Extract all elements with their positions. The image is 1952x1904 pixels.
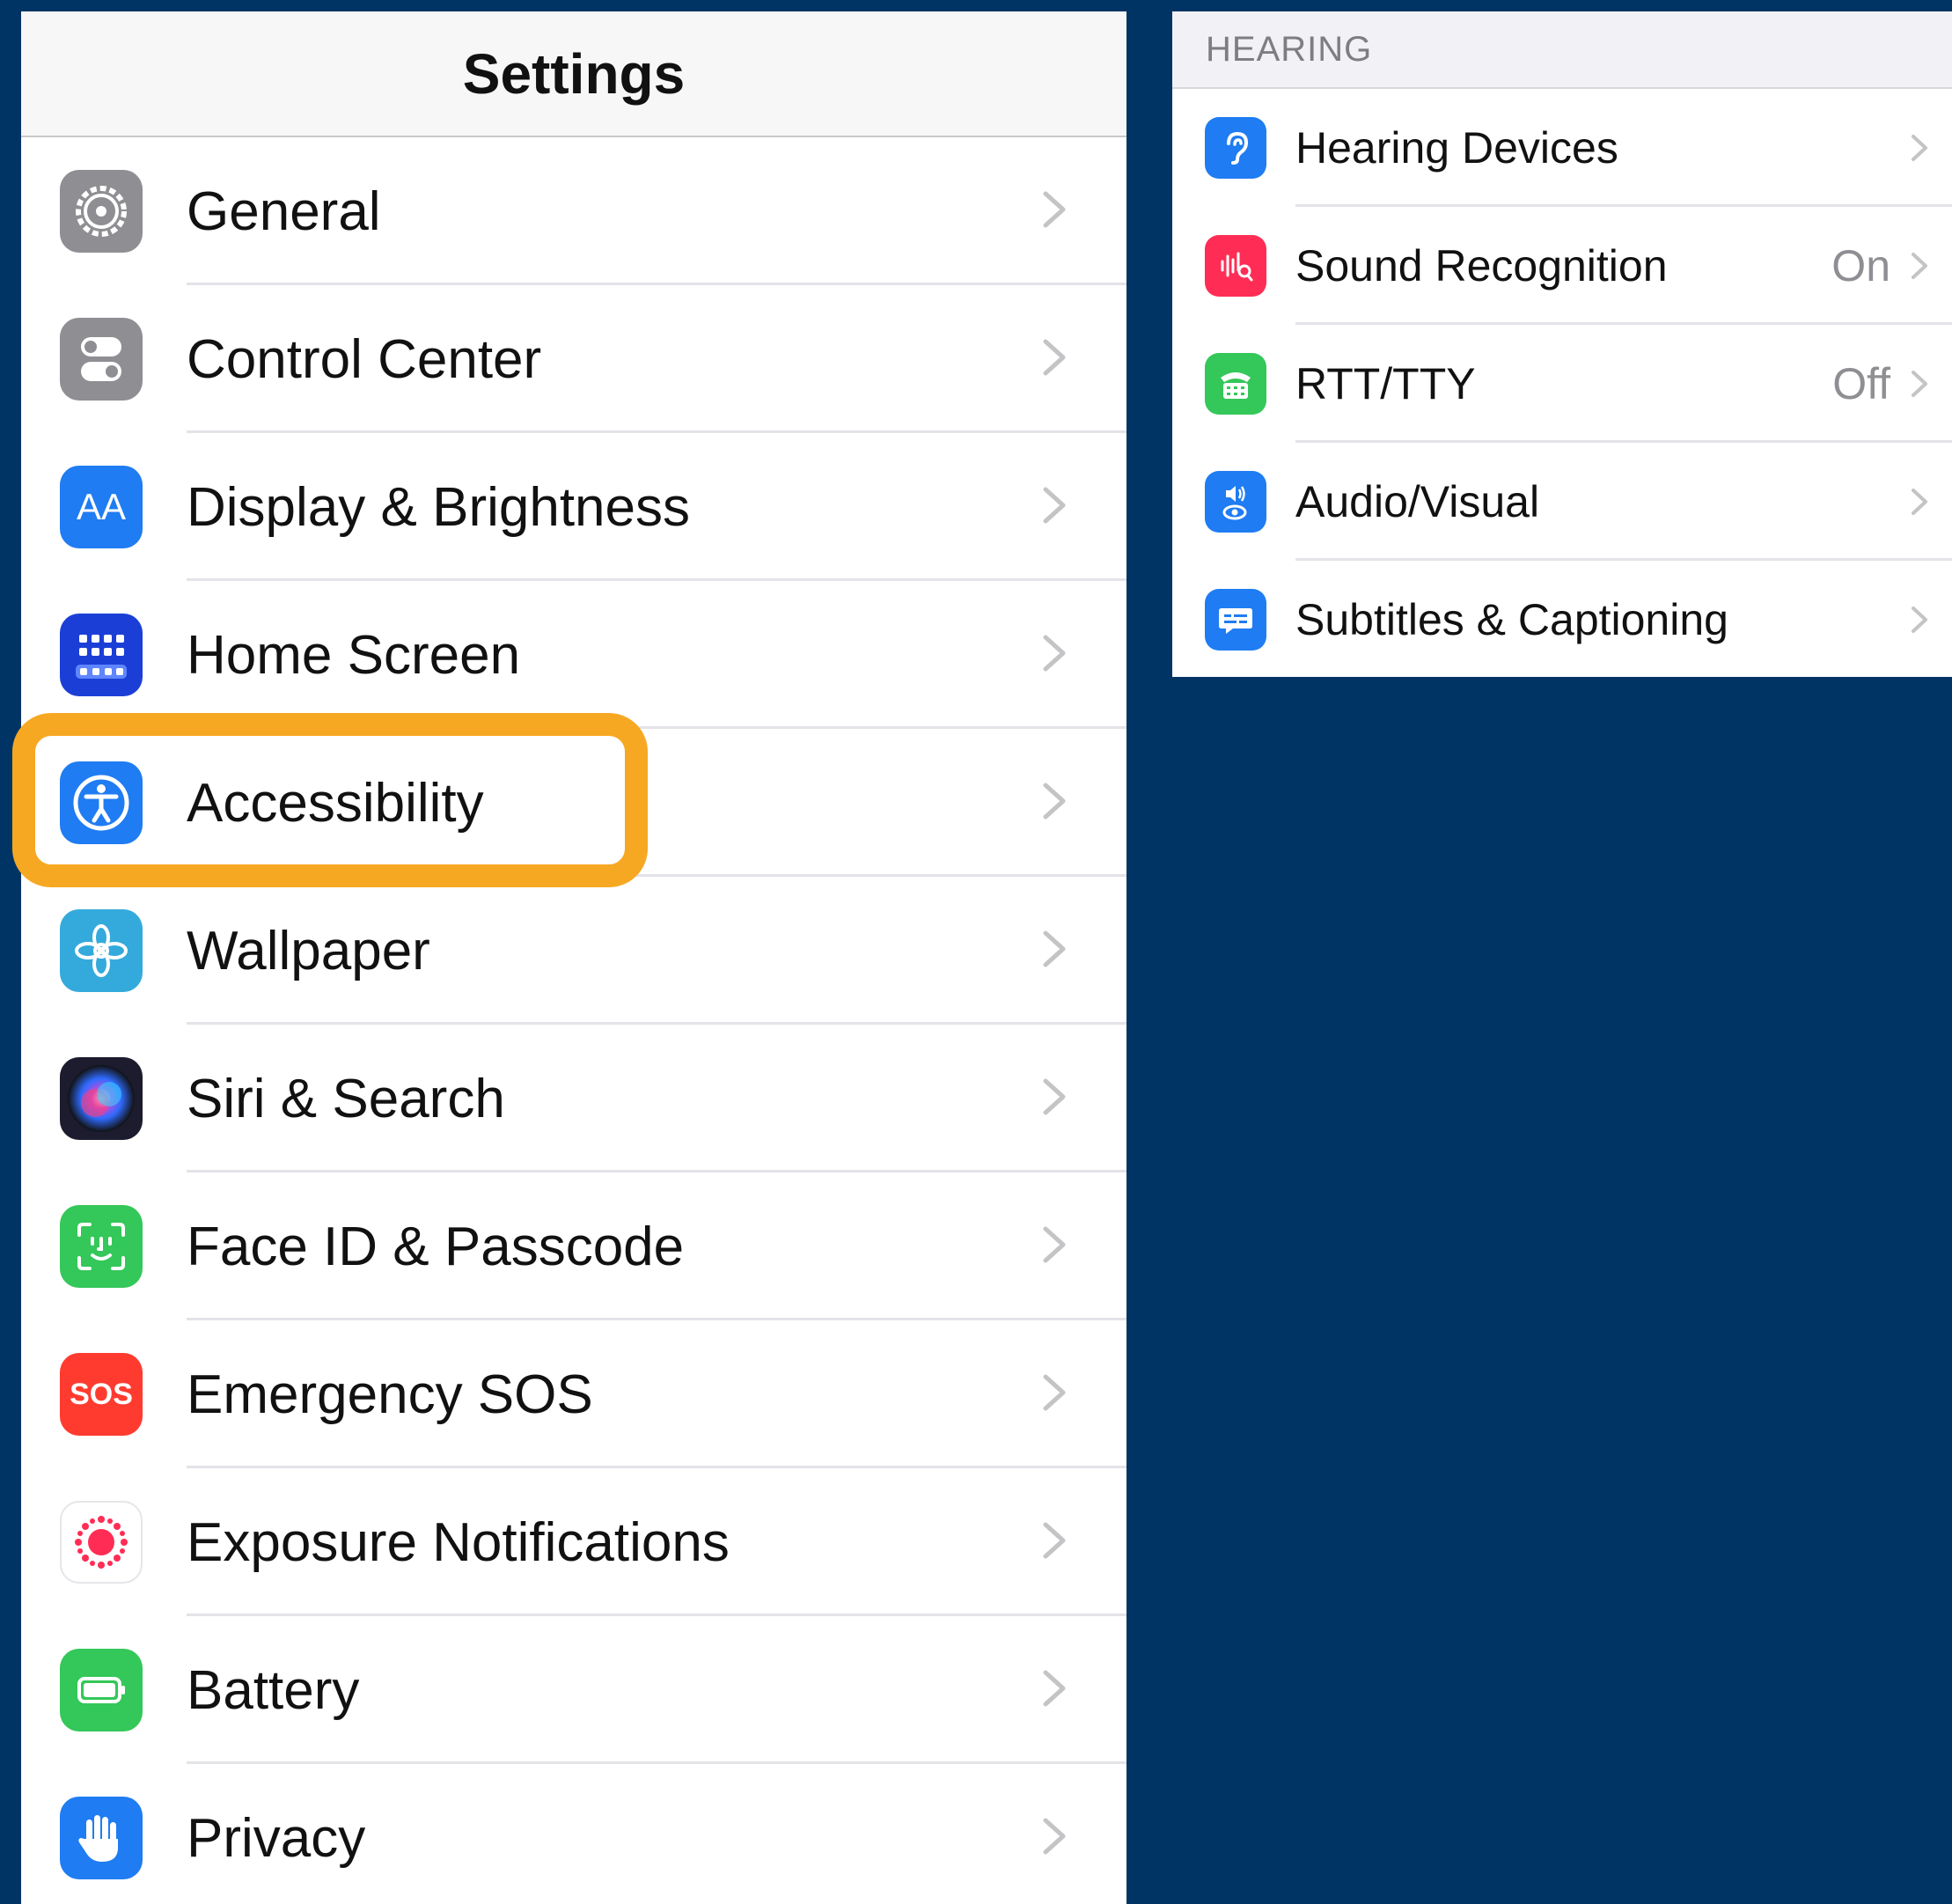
text-size-icon-glyph: AA bbox=[76, 486, 127, 527]
ear-icon bbox=[1205, 117, 1266, 179]
hearing-item-subtitles-captioning[interactable]: Subtitles & Captioning bbox=[1172, 561, 1952, 677]
chevron-right-icon bbox=[1912, 253, 1927, 279]
hearing-item-rtt-tty[interactable]: RTT/TTY Off bbox=[1172, 325, 1952, 443]
settings-item-label: Display & Brightness bbox=[187, 476, 691, 538]
hearing-item-label: Hearing Devices bbox=[1295, 123, 1618, 173]
chevron-right-icon bbox=[1912, 606, 1927, 633]
sos-icon-glyph: SOS bbox=[70, 1377, 133, 1411]
chevron-right-icon bbox=[1912, 371, 1927, 397]
settings-item-exposure-notifications[interactable]: Exposure Notifications bbox=[21, 1468, 1126, 1616]
flower-icon bbox=[60, 909, 143, 992]
settings-item-label: Control Center bbox=[187, 328, 542, 390]
settings-item-general[interactable]: General bbox=[21, 137, 1126, 285]
siri-icon bbox=[60, 1057, 143, 1140]
hearing-item-audio-visual[interactable]: Audio/Visual bbox=[1172, 443, 1952, 561]
chevron-right-icon bbox=[1043, 1522, 1066, 1559]
accessibility-highlight bbox=[12, 713, 648, 887]
audio-visual-icon bbox=[1205, 471, 1266, 533]
chevron-right-icon bbox=[1043, 930, 1066, 967]
hearing-item-label: Subtitles & Captioning bbox=[1295, 595, 1728, 644]
settings-item-label: Home Screen bbox=[187, 624, 521, 686]
settings-item-control-center[interactable]: Control Center bbox=[21, 285, 1126, 433]
settings-item-face-id-passcode[interactable]: Face ID & Passcode bbox=[21, 1173, 1126, 1320]
settings-item-label: Wallpaper bbox=[187, 920, 430, 981]
gear-icon bbox=[60, 170, 143, 253]
section-header-hearing: HEARING bbox=[1172, 11, 1952, 89]
hearing-item-label: Audio/Visual bbox=[1295, 477, 1540, 526]
captions-icon bbox=[1205, 589, 1266, 651]
battery-icon bbox=[60, 1649, 143, 1731]
settings-item-label: Emergency SOS bbox=[187, 1364, 593, 1425]
sos-icon: SOS bbox=[60, 1353, 143, 1436]
chevron-right-icon bbox=[1043, 1078, 1066, 1115]
settings-item-privacy[interactable]: Privacy bbox=[21, 1764, 1126, 1904]
settings-item-label: Face ID & Passcode bbox=[187, 1216, 685, 1277]
chevron-right-icon bbox=[1043, 1374, 1066, 1411]
hearing-item-hearing-devices[interactable]: Hearing Devices bbox=[1172, 89, 1952, 207]
exposure-icon bbox=[60, 1501, 143, 1584]
text-size-icon: AA bbox=[60, 466, 143, 548]
chevron-right-icon bbox=[1043, 487, 1066, 524]
settings-item-display-brightness[interactable]: AA Display & Brightness bbox=[21, 433, 1126, 581]
hearing-item-value: Off bbox=[1832, 359, 1890, 408]
hand-icon bbox=[60, 1797, 143, 1879]
settings-item-label: Privacy bbox=[187, 1807, 366, 1869]
chevron-right-icon bbox=[1043, 191, 1066, 228]
settings-item-battery[interactable]: Battery bbox=[21, 1616, 1126, 1764]
settings-item-label: Siri & Search bbox=[187, 1068, 505, 1129]
app-grid-icon bbox=[60, 614, 143, 696]
chevron-right-icon bbox=[1043, 1818, 1066, 1855]
switches-icon bbox=[60, 318, 143, 401]
settings-item-label: Exposure Notifications bbox=[187, 1511, 730, 1573]
chevron-right-icon bbox=[1912, 135, 1927, 161]
chevron-right-icon bbox=[1043, 635, 1066, 672]
chevron-right-icon bbox=[1043, 783, 1066, 820]
hearing-item-value: On bbox=[1831, 241, 1890, 290]
chevron-right-icon bbox=[1043, 1226, 1066, 1263]
settings-item-label: General bbox=[187, 180, 381, 242]
sound-recognition-icon bbox=[1205, 235, 1266, 297]
settings-item-emergency-sos[interactable]: SOS Emergency SOS bbox=[21, 1320, 1126, 1468]
hearing-item-label: Sound Recognition bbox=[1295, 241, 1668, 290]
settings-item-label: Battery bbox=[187, 1659, 360, 1721]
hearing-item-label: RTT/TTY bbox=[1295, 359, 1476, 408]
hearing-panel: HEARING Hearing Devices Sound Recognitio… bbox=[1172, 11, 1952, 677]
settings-panel: Settings General Control Center AA Displ… bbox=[21, 11, 1126, 1904]
tty-icon bbox=[1205, 353, 1266, 415]
settings-item-wallpaper[interactable]: Wallpaper bbox=[21, 877, 1126, 1025]
settings-item-siri-search[interactable]: Siri & Search bbox=[21, 1025, 1126, 1173]
hearing-item-sound-recognition[interactable]: Sound Recognition On bbox=[1172, 207, 1952, 325]
chevron-right-icon bbox=[1912, 489, 1927, 515]
chevron-right-icon bbox=[1043, 339, 1066, 376]
settings-item-home-screen[interactable]: Home Screen bbox=[21, 581, 1126, 729]
face-id-icon bbox=[60, 1205, 143, 1288]
settings-title: Settings bbox=[21, 11, 1126, 137]
chevron-right-icon bbox=[1043, 1670, 1066, 1707]
